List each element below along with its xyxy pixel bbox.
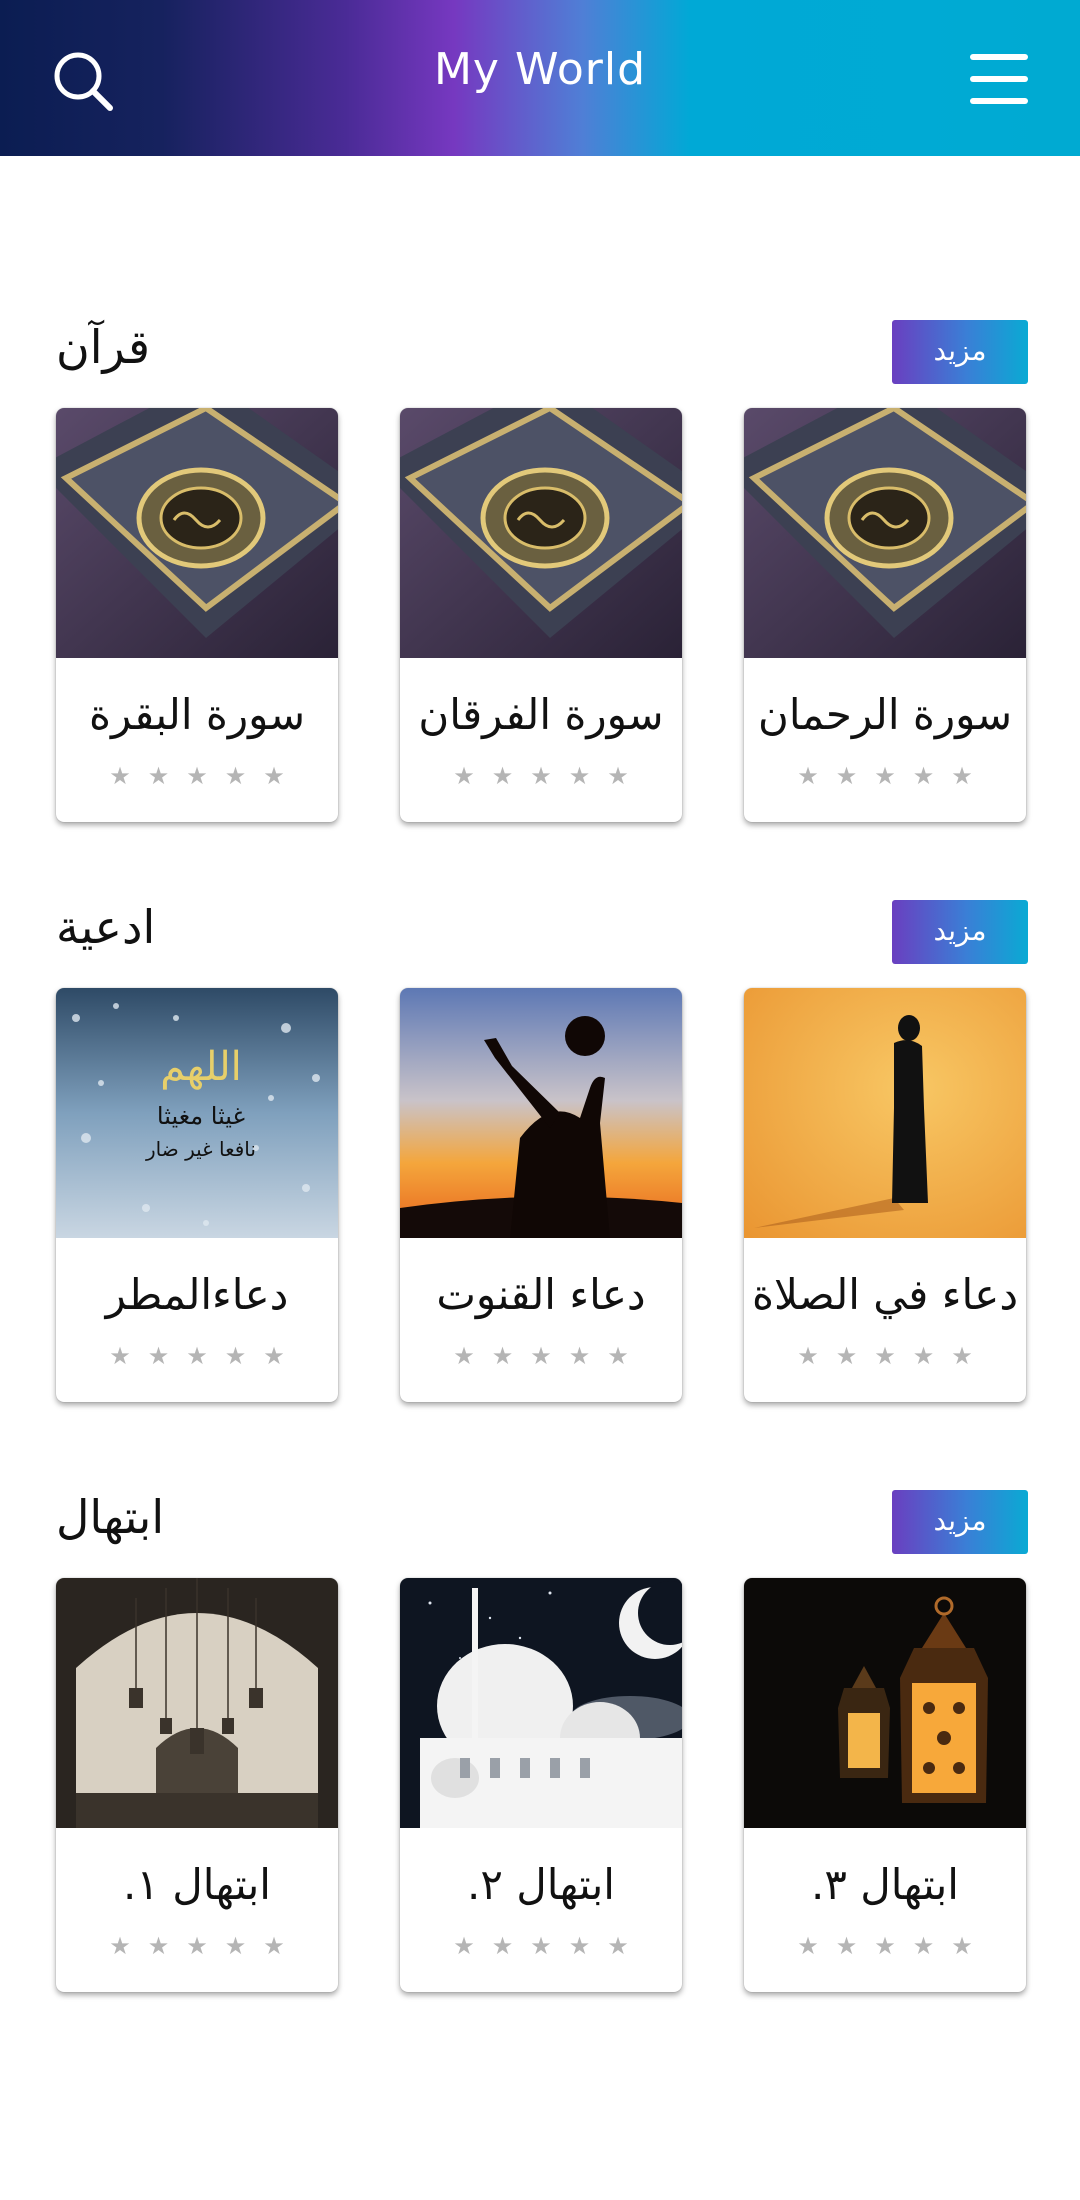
card-dua-qunut[interactable]: دعاء القنوت ★★★★★ bbox=[400, 988, 682, 1402]
rating-stars: ★★★★★ bbox=[797, 1932, 990, 1960]
praying-silhouette-sunset-image bbox=[400, 988, 682, 1238]
rain-window-image: اللهم غيثا مغيثا نافعا غير ضار bbox=[56, 988, 338, 1238]
card-label: دعاءالمطر bbox=[105, 1270, 289, 1319]
card-label: سورة الفرقان bbox=[418, 690, 664, 739]
rain-image-line-2: غيثا مغيثا bbox=[157, 1102, 245, 1130]
rating-stars: ★★★★★ bbox=[109, 1932, 302, 1960]
more-button[interactable]: مزيد bbox=[892, 1490, 1028, 1554]
card-label: ابتهال ٣. bbox=[811, 1860, 959, 1909]
section-title: ادعية bbox=[56, 900, 156, 954]
quran-book-image bbox=[56, 408, 338, 658]
card-label: ابتهال ١. bbox=[123, 1860, 271, 1909]
card-ibtihal-1[interactable]: ابتهال ١. ★★★★★ bbox=[56, 1578, 338, 1992]
card-label: سورة الرحمان bbox=[757, 690, 1013, 739]
more-button[interactable]: مزيد bbox=[892, 900, 1028, 964]
rating-stars: ★★★★★ bbox=[453, 1932, 646, 1960]
standing-man-silhouette-image bbox=[744, 988, 1026, 1238]
card-label: ابتهال ٢. bbox=[467, 1860, 615, 1909]
rating-stars: ★★★★★ bbox=[797, 1342, 990, 1370]
rain-image-line-1: اللهم bbox=[160, 1044, 242, 1090]
menu-button[interactable] bbox=[968, 52, 1032, 108]
mosque-arch-lanterns-image bbox=[56, 1578, 338, 1828]
card-label: سورة البقرة bbox=[88, 690, 306, 739]
ramadan-lanterns-image bbox=[744, 1578, 1026, 1828]
app-title: My World bbox=[433, 44, 647, 95]
card-surah-al-baqarah[interactable]: سورة البقرة ★★★★★ bbox=[56, 408, 338, 822]
card-surah-al-furqan[interactable]: سورة الفرقان ★★★★★ bbox=[400, 408, 682, 822]
more-button[interactable]: مزيد bbox=[892, 320, 1028, 384]
card-dua-rain[interactable]: اللهم غيثا مغيثا نافعا غير ضار دعاءالمطر… bbox=[56, 988, 338, 1402]
rain-image-line-3: نافعا غير ضار bbox=[145, 1137, 256, 1161]
rating-stars: ★★★★★ bbox=[109, 1342, 302, 1370]
quran-book-image bbox=[744, 408, 1026, 658]
mosque-crescent-night-image bbox=[400, 1578, 682, 1828]
rating-stars: ★★★★★ bbox=[453, 762, 646, 790]
rating-stars: ★★★★★ bbox=[109, 762, 302, 790]
hamburger-menu-icon bbox=[970, 54, 1028, 104]
section-title: قرآن bbox=[56, 320, 150, 374]
quran-book-image bbox=[400, 408, 682, 658]
section-title: ابتهال bbox=[56, 1490, 165, 1544]
app-bar: My World bbox=[0, 0, 1080, 156]
rating-stars: ★★★★★ bbox=[453, 1342, 646, 1370]
card-ibtihal-3[interactable]: ابتهال ٣. ★★★★★ bbox=[744, 1578, 1026, 1992]
rating-stars: ★★★★★ bbox=[797, 762, 990, 790]
card-dua-in-prayer[interactable]: دعاء في الصلاة ★★★★★ bbox=[744, 988, 1026, 1402]
card-label: دعاء القنوت bbox=[436, 1270, 646, 1319]
card-label: دعاء في الصلاة bbox=[751, 1270, 1019, 1319]
card-ibtihal-2[interactable]: ابتهال ٢. ★★★★★ bbox=[400, 1578, 682, 1992]
card-surah-ar-rahman[interactable]: سورة الرحمان ★★★★★ bbox=[744, 408, 1026, 822]
